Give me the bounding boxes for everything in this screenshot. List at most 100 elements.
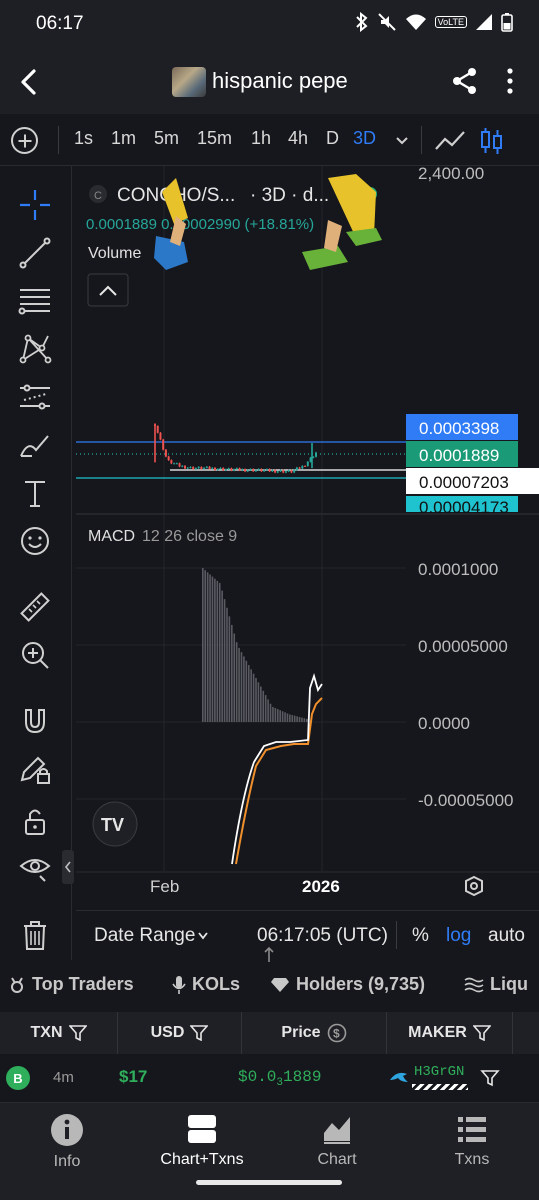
- table-row[interactable]: B 4m $17 $0.031889 H3GrGN: [0, 1054, 539, 1102]
- tf-15m[interactable]: 15m: [197, 128, 232, 149]
- liquidity-icon: [464, 977, 484, 992]
- macd-histogram-bar: [206, 572, 209, 722]
- macd-params: 12 26 close 9: [142, 528, 237, 545]
- text-tool[interactable]: [16, 474, 54, 512]
- macd-histogram-bar: [247, 665, 250, 722]
- macd-histogram-bar: [269, 703, 272, 722]
- zoom-in-tool[interactable]: [16, 636, 54, 674]
- tab-kols-label: KOLs: [192, 974, 241, 994]
- candle-body: [252, 469, 255, 472]
- filter-icon[interactable]: [68, 1025, 87, 1041]
- line-chart-icon[interactable]: [434, 127, 466, 155]
- legend-collapse-button[interactable]: [87, 273, 129, 307]
- back-button[interactable]: [14, 66, 46, 98]
- wifi-icon: [405, 14, 426, 30]
- tf-3d[interactable]: 3D: [353, 128, 376, 149]
- macd-histogram-bar: [260, 686, 262, 722]
- candle-body: [271, 470, 274, 472]
- chart-area[interactable]: 2,400.00 C CONCHO/S... · 3D · d... 0.000…: [76, 166, 539, 910]
- crosshair-tool[interactable]: [16, 186, 54, 224]
- emoji-tool[interactable]: [16, 522, 54, 560]
- filter-icon[interactable]: [480, 1068, 500, 1088]
- tab-holders[interactable]: Holders (9,735): [270, 974, 425, 995]
- percent-scale-toggle[interactable]: %: [412, 925, 429, 947]
- macd-histogram-bar: [211, 576, 214, 722]
- tab-liquidity[interactable]: Liqu: [464, 974, 528, 995]
- data-tabs: Top Traders KOLs Holders (9,735) Liqu: [0, 962, 539, 1012]
- fib-tool[interactable]: [16, 282, 54, 320]
- trend-line-tool[interactable]: [16, 234, 54, 272]
- col-maker[interactable]: MAKER: [387, 1012, 513, 1054]
- tab-liquidity-label: Liqu: [490, 974, 528, 994]
- candle-body: [246, 470, 249, 472]
- tf-1m[interactable]: 1m: [111, 128, 136, 149]
- tf-1h[interactable]: 1h: [251, 128, 271, 149]
- nav-chart-txns[interactable]: Chart+Txns: [142, 1113, 262, 1169]
- col-usd[interactable]: USD: [118, 1012, 242, 1054]
- candle-body: [295, 467, 298, 470]
- col-txn[interactable]: TXN: [0, 1012, 118, 1054]
- tf-1s[interactable]: 1s: [74, 128, 93, 149]
- tf-4h[interactable]: 4h: [288, 128, 308, 149]
- macd-histogram-bar: [226, 607, 228, 722]
- candles: [154, 423, 317, 474]
- brush-tool[interactable]: [16, 426, 54, 464]
- chevron-down-icon[interactable]: [394, 132, 410, 148]
- currency-toggle-icon[interactable]: $: [327, 1023, 347, 1043]
- share-button[interactable]: [450, 66, 480, 96]
- tab-kols[interactable]: KOLs: [172, 974, 240, 995]
- nav-info[interactable]: Info: [7, 1113, 127, 1171]
- collapse-toolbar-button[interactable]: [62, 850, 74, 884]
- filter-icon[interactable]: [472, 1025, 491, 1041]
- auto-scale-toggle[interactable]: auto: [488, 925, 525, 947]
- candle-body: [162, 439, 165, 450]
- price-ohlc-line: 0.0001889 0.00002990 (+18.81%): [86, 216, 314, 233]
- nav-chart[interactable]: Chart: [277, 1113, 397, 1169]
- nav-txns[interactable]: Txns: [412, 1113, 532, 1169]
- magnet-tool[interactable]: [16, 702, 54, 740]
- candlestick-icon[interactable]: [479, 126, 505, 156]
- col-price[interactable]: Price $: [242, 1012, 387, 1054]
- ruler-tool[interactable]: [16, 588, 54, 626]
- txn-maker[interactable]: H3GrGN: [414, 1064, 464, 1080]
- smiley-icon: [21, 527, 49, 555]
- macd-tick-1: 0.00005000: [418, 637, 508, 656]
- add-indicator-button[interactable]: [11, 127, 38, 154]
- delete-drawings-tool[interactable]: [16, 916, 54, 954]
- candle-body: [230, 468, 233, 471]
- macd-histogram-bar: [216, 580, 219, 722]
- tf-d[interactable]: D: [326, 128, 339, 149]
- pattern-tool[interactable]: [16, 330, 54, 368]
- nav-chart-txns-label: Chart+Txns: [160, 1151, 244, 1168]
- tf-5m[interactable]: 5m: [154, 128, 179, 149]
- price-label-white: 0.00007203: [419, 473, 509, 492]
- macd-histogram-bar: [257, 682, 260, 722]
- pencil-lock-icon: [20, 756, 50, 784]
- tab-top-traders[interactable]: Top Traders: [8, 974, 134, 995]
- macd-label: MACD: [88, 528, 135, 545]
- chart-settings-button[interactable]: [465, 875, 483, 897]
- txn-price-suffix: 1889: [283, 1068, 322, 1086]
- lock-drawing-tool[interactable]: [16, 750, 54, 788]
- filter-icon[interactable]: [190, 1025, 209, 1041]
- candle-body: [178, 463, 181, 467]
- divider: [421, 126, 422, 154]
- candle-body: [284, 471, 287, 473]
- projection-tool[interactable]: [16, 378, 54, 416]
- macd-histogram-bar: [235, 642, 238, 722]
- unlock-tool[interactable]: [16, 802, 54, 840]
- date-range-bar: Date Range 06:17:05 (UTC) % log auto: [76, 910, 539, 958]
- more-options-button[interactable]: [498, 66, 522, 96]
- date-range-button[interactable]: Date Range: [94, 925, 195, 947]
- price-chart[interactable]: 2,400.00 C CONCHO/S... · 3D · d... 0.000…: [76, 166, 539, 910]
- chevron-down-icon: [198, 932, 208, 940]
- visibility-tool[interactable]: [16, 848, 54, 886]
- macd-histogram-bar: [233, 633, 236, 722]
- nav-info-label: Info: [53, 1153, 81, 1170]
- zoom-in-icon: [22, 642, 49, 669]
- macd-histogram-bar: [306, 718, 308, 722]
- utc-clock[interactable]: 06:17:05 (UTC): [257, 925, 388, 947]
- macd-histogram-bar: [293, 715, 296, 722]
- log-scale-toggle[interactable]: log: [446, 925, 471, 947]
- home-indicator: [196, 1180, 342, 1185]
